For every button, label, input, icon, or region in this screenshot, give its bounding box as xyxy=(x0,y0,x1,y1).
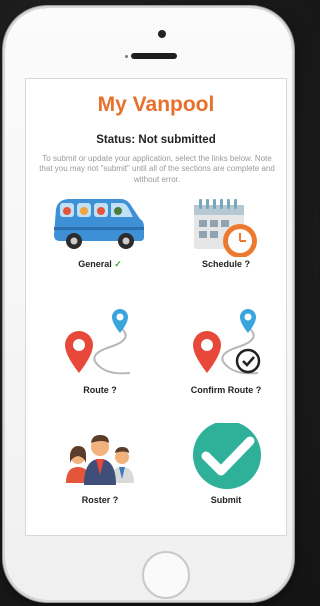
microphone-dot xyxy=(125,55,128,58)
route-tile[interactable]: Route ? xyxy=(40,307,160,407)
page-title: My Vanpool xyxy=(97,93,215,116)
van-icon xyxy=(54,199,144,249)
status-text: Status: Not submitted xyxy=(96,134,216,146)
submit-label: Submit xyxy=(210,495,242,505)
general-check-icon: ✓ xyxy=(114,259,122,269)
roster-tile[interactable]: Roster ? xyxy=(40,423,160,523)
calendar-clock-icon xyxy=(194,199,257,257)
home-button[interactable] xyxy=(142,551,190,599)
camera-dot xyxy=(158,30,166,38)
roster-label: Roster ? xyxy=(81,495,119,505)
submit-tile[interactable]: Submit xyxy=(166,423,286,523)
schedule-label: Schedule ? xyxy=(201,259,250,269)
route-confirm-icon xyxy=(193,309,261,375)
confirm-route-tile[interactable]: Confirm Route ? xyxy=(166,307,286,407)
general-label: General ✓ xyxy=(40,259,160,270)
confirm-route-label: Confirm Route ? xyxy=(190,385,262,395)
schedule-tile[interactable]: Schedule ? xyxy=(166,187,286,287)
earpiece-speaker xyxy=(131,53,177,59)
general-label-text: General xyxy=(78,259,112,269)
instructions-text: To submit or update your application, se… xyxy=(39,154,275,184)
checkmark-circle-icon xyxy=(193,423,261,489)
app-screen: My Vanpool Status: Not submitted To subm… xyxy=(25,78,287,536)
route-pins-icon xyxy=(65,309,131,375)
route-label: Route ? xyxy=(83,385,117,395)
people-icon xyxy=(66,435,134,485)
general-tile[interactable]: General ✓ xyxy=(40,187,160,287)
